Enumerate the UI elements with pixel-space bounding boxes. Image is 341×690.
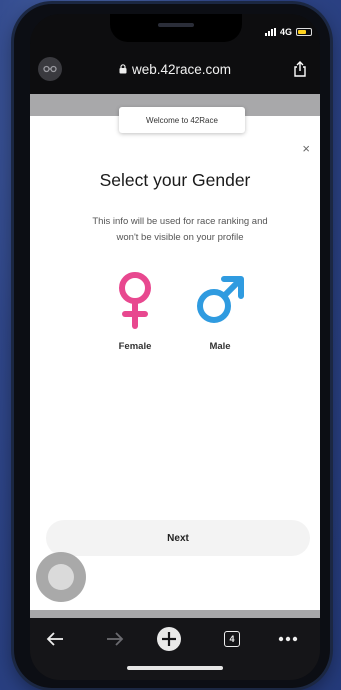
share-icon	[294, 61, 306, 77]
assistive-touch-inner	[48, 564, 74, 590]
speaker	[158, 23, 194, 27]
notch	[110, 14, 242, 42]
gender-label-female: Female	[118, 341, 152, 352]
glasses-icon	[43, 65, 57, 73]
assistive-touch-button[interactable]	[36, 552, 86, 602]
close-button[interactable]: ×	[302, 142, 310, 155]
network-label: 4G	[279, 27, 292, 37]
info-line-1: This info will be used for race ranking …	[92, 216, 268, 227]
phone-screen: 4G web.42race.com Welcome to 42Race × Se…	[30, 14, 320, 680]
arrow-right-icon	[107, 632, 124, 646]
browser-toolbar: 4	[30, 618, 320, 680]
new-tab-button[interactable]	[154, 624, 184, 654]
back-button[interactable]	[42, 624, 68, 654]
arrow-left-icon	[46, 632, 63, 646]
reader-button[interactable]	[38, 57, 62, 81]
gender-option-male[interactable]: Male	[190, 270, 250, 352]
gender-option-female[interactable]: Female	[105, 270, 165, 352]
share-button[interactable]	[288, 57, 312, 81]
more-dots-icon	[278, 636, 298, 642]
plus-icon	[157, 627, 181, 651]
url-text: web.42race.com	[131, 61, 232, 77]
browser-url-bar: web.42race.com	[38, 56, 312, 82]
forward-button[interactable]	[102, 624, 128, 654]
welcome-tab: Welcome to 42Race	[119, 107, 245, 133]
status-bar: 4G	[264, 27, 312, 37]
tabs-button[interactable]: 4	[219, 624, 245, 654]
lock-icon	[119, 64, 127, 74]
more-button[interactable]	[275, 624, 301, 654]
modal-overlay-bottom	[30, 610, 320, 618]
male-icon	[197, 276, 244, 323]
home-indicator	[127, 666, 223, 670]
gender-label-male: Male	[209, 341, 231, 352]
info-text: This info will be used for race ranking …	[60, 214, 300, 246]
next-button[interactable]: Next	[46, 520, 310, 556]
signal-icon	[264, 28, 276, 36]
info-line-2: won't be visible on your profile	[116, 232, 244, 243]
page-title: Select your Gender	[99, 170, 251, 190]
tab-count: 4	[224, 631, 240, 647]
female-icon	[119, 272, 151, 329]
battery-icon	[296, 28, 312, 36]
url-field[interactable]: web.42race.com	[119, 62, 231, 77]
